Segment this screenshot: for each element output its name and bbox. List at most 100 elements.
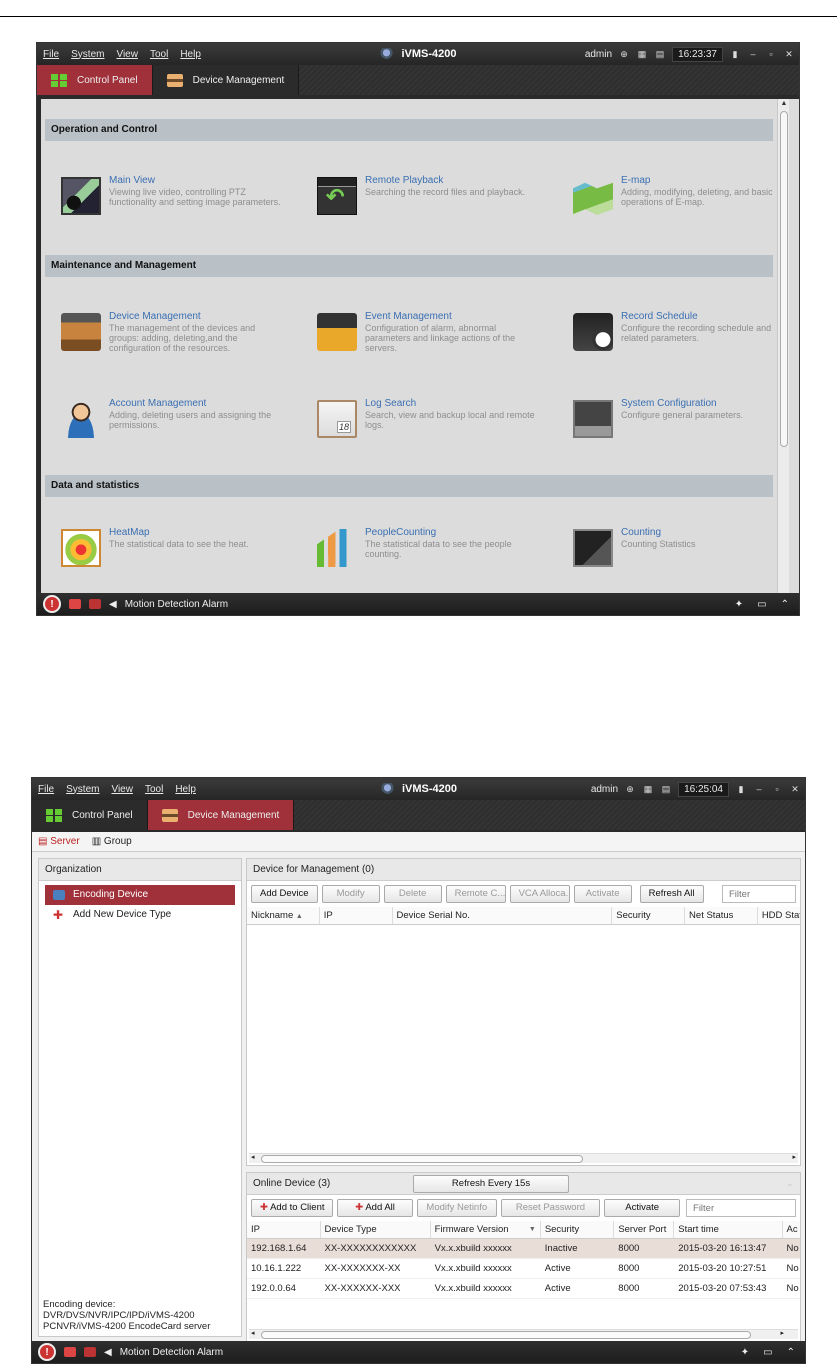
scroll-right-icon[interactable]: ▸ (780, 1329, 784, 1337)
scroll-thumb[interactable] (780, 111, 788, 447)
people-counting-icon (317, 529, 347, 567)
col-server-port[interactable]: Server Port (614, 1221, 675, 1238)
menu-tool[interactable]: Tool (145, 784, 163, 795)
minimize-icon[interactable]: – (753, 783, 765, 795)
restore-icon[interactable]: ▭ (757, 599, 766, 610)
restore-icon[interactable]: ▭ (763, 1347, 772, 1358)
col-added[interactable]: Ac (783, 1221, 801, 1238)
col-start-time[interactable]: Start time (674, 1221, 783, 1238)
close-icon[interactable]: ✕ (783, 48, 795, 60)
table-row[interactable]: 10.16.1.222 XX-XXXXXXX-XX Vx.x.xbuild xx… (247, 1259, 800, 1279)
activate-button[interactable]: Activate (573, 885, 632, 903)
module-account-management[interactable]: Account Management Adding, deleting user… (61, 398, 291, 446)
col-ip[interactable]: IP (247, 1221, 321, 1238)
module-main-view[interactable]: Main View Viewing live video, controllin… (61, 175, 291, 223)
title-right-area: admin ⊕ ▦ ▤ 16:25:04 ▮ – ▫ ✕ (591, 781, 801, 797)
event-list-icon[interactable] (84, 1347, 96, 1357)
menu-system[interactable]: System (66, 784, 99, 795)
cell-server-port: 8000 (618, 1243, 640, 1254)
vertical-scrollbar[interactable]: ▲ ▼ (777, 99, 790, 615)
org-item-encoding-device[interactable]: Encoding Device (45, 885, 235, 905)
tab-group[interactable]: ▥ Group (92, 836, 132, 847)
refresh-every-button[interactable]: Refresh Every 15s (413, 1174, 569, 1193)
table-row[interactable]: 192.0.0.64 XX-XXXXXX-XXX Vx.x.xbuild xxx… (247, 1279, 800, 1299)
menu-help[interactable]: Help (180, 49, 201, 60)
scroll-thumb[interactable] (261, 1331, 751, 1339)
modify-button[interactable]: Modify (321, 885, 380, 903)
org-item-label: Add New Device Type (73, 909, 172, 920)
add-to-client-button[interactable]: ✚ Add to Client (251, 1199, 334, 1217)
lock-icon[interactable]: ▮ (735, 783, 747, 795)
module-system-configuration[interactable]: System Configuration Configure general p… (573, 398, 799, 446)
remote-config-button[interactable]: Remote C... (445, 885, 506, 903)
maximize-icon[interactable]: ▫ (771, 783, 783, 795)
reset-password-button[interactable]: Reset Password (500, 1199, 601, 1217)
module-counting[interactable]: Counting Counting Statistics (573, 527, 799, 575)
pin-icon[interactable]: ✦ (735, 599, 743, 610)
lock-icon[interactable]: ▮ (729, 48, 741, 60)
add-device-button[interactable]: Add Device (251, 885, 318, 903)
menu-view[interactable]: View (116, 49, 138, 60)
alarm-sound-icon[interactable] (64, 1347, 76, 1357)
tab-device-management[interactable]: Device Management (147, 800, 295, 830)
close-icon[interactable]: ✕ (789, 783, 801, 795)
refresh-all-button[interactable]: Refresh All (639, 885, 704, 903)
col-net-status[interactable]: Net Status (685, 907, 758, 924)
filter-input[interactable] (686, 1199, 797, 1217)
expand-up-icon[interactable]: ⌃ (781, 599, 789, 610)
add-all-button[interactable]: ✚ Add All (337, 1199, 413, 1217)
col-hdd-status[interactable]: HDD Statu (758, 907, 800, 924)
module-log-search[interactable]: Log Search Search, view and backup local… (317, 398, 547, 446)
col-security[interactable]: Security (541, 1221, 615, 1238)
event-list-icon[interactable] (89, 599, 101, 609)
scroll-left-icon[interactable]: ◂ (251, 1329, 255, 1337)
col-security[interactable]: Security (612, 907, 686, 924)
col-serial[interactable]: Device Serial No. (393, 907, 613, 924)
tab-control-panel[interactable]: Control Panel (32, 800, 148, 830)
tab-server[interactable]: ▤ Server (38, 836, 80, 847)
module-device-management[interactable]: Device Management The management of the … (61, 311, 291, 359)
module-heatmap[interactable]: HeatMap The statistical data to see the … (61, 527, 291, 575)
table-row[interactable]: 192.168.1.64 XX-XXXXXXXXXXXX Vx.x.xbuild… (247, 1239, 800, 1259)
menu-tool[interactable]: Tool (150, 49, 168, 60)
device-management-icon (161, 808, 178, 822)
col-nickname[interactable]: Nickname ▲ (247, 907, 320, 924)
col-ip[interactable]: IP (320, 907, 393, 924)
col-firmware[interactable]: Firmware Version ▼ (431, 1221, 541, 1238)
activate-button[interactable]: Activate (604, 1199, 681, 1217)
scroll-right-icon[interactable]: ▸ (792, 1153, 796, 1161)
horizontal-scrollbar[interactable]: ◂ ▸ (249, 1329, 798, 1339)
module-event-management[interactable]: Event Management Configuration of alarm,… (317, 311, 547, 359)
scroll-up-icon[interactable]: ▲ (778, 100, 790, 107)
module-record-schedule[interactable]: Record Schedule Configure the recording … (573, 311, 799, 359)
delete-button[interactable]: Delete (383, 885, 442, 903)
modify-netinfo-button[interactable]: Modify Netinfo (416, 1199, 497, 1217)
tab-control-panel[interactable]: Control Panel (37, 65, 153, 95)
filter-input[interactable] (722, 885, 796, 903)
col-device-type[interactable]: Device Type (321, 1221, 431, 1238)
vca-allocation-button[interactable]: VCA Alloca... (509, 885, 570, 903)
collapse-icon[interactable]: ⌄ (786, 1173, 794, 1195)
menu-help[interactable]: Help (175, 784, 196, 795)
scroll-left-icon[interactable]: ◂ (251, 1153, 255, 1161)
menu-system[interactable]: System (71, 49, 104, 60)
maximize-icon[interactable]: ▫ (765, 48, 777, 60)
module-remote-playback[interactable]: Remote Playback Searching the record fil… (317, 175, 547, 223)
alarm-sound-icon[interactable] (69, 599, 81, 609)
alarm-icon[interactable]: ! (43, 595, 61, 613)
tab-device-management[interactable]: Device Management (152, 65, 300, 95)
horizontal-scrollbar[interactable]: ◂ ▸ (249, 1153, 798, 1163)
module-emap[interactable]: E-map Adding, modifying, deleting, and b… (573, 175, 799, 223)
system-configuration-icon (573, 400, 613, 438)
org-item-add-device-type[interactable]: ✚ Add New Device Type (45, 905, 235, 925)
camera-logo-icon (379, 783, 394, 795)
minimize-icon[interactable]: – (747, 48, 759, 60)
expand-up-icon[interactable]: ⌃ (787, 1347, 795, 1358)
alarm-icon[interactable]: ! (38, 1343, 56, 1361)
menu-view[interactable]: View (111, 784, 133, 795)
pin-icon[interactable]: ✦ (741, 1347, 749, 1358)
menu-file[interactable]: File (38, 784, 54, 795)
module-people-counting[interactable]: PeopleCounting The statistical data to s… (317, 527, 547, 575)
scroll-thumb[interactable] (261, 1155, 583, 1163)
menu-file[interactable]: File (43, 49, 59, 60)
